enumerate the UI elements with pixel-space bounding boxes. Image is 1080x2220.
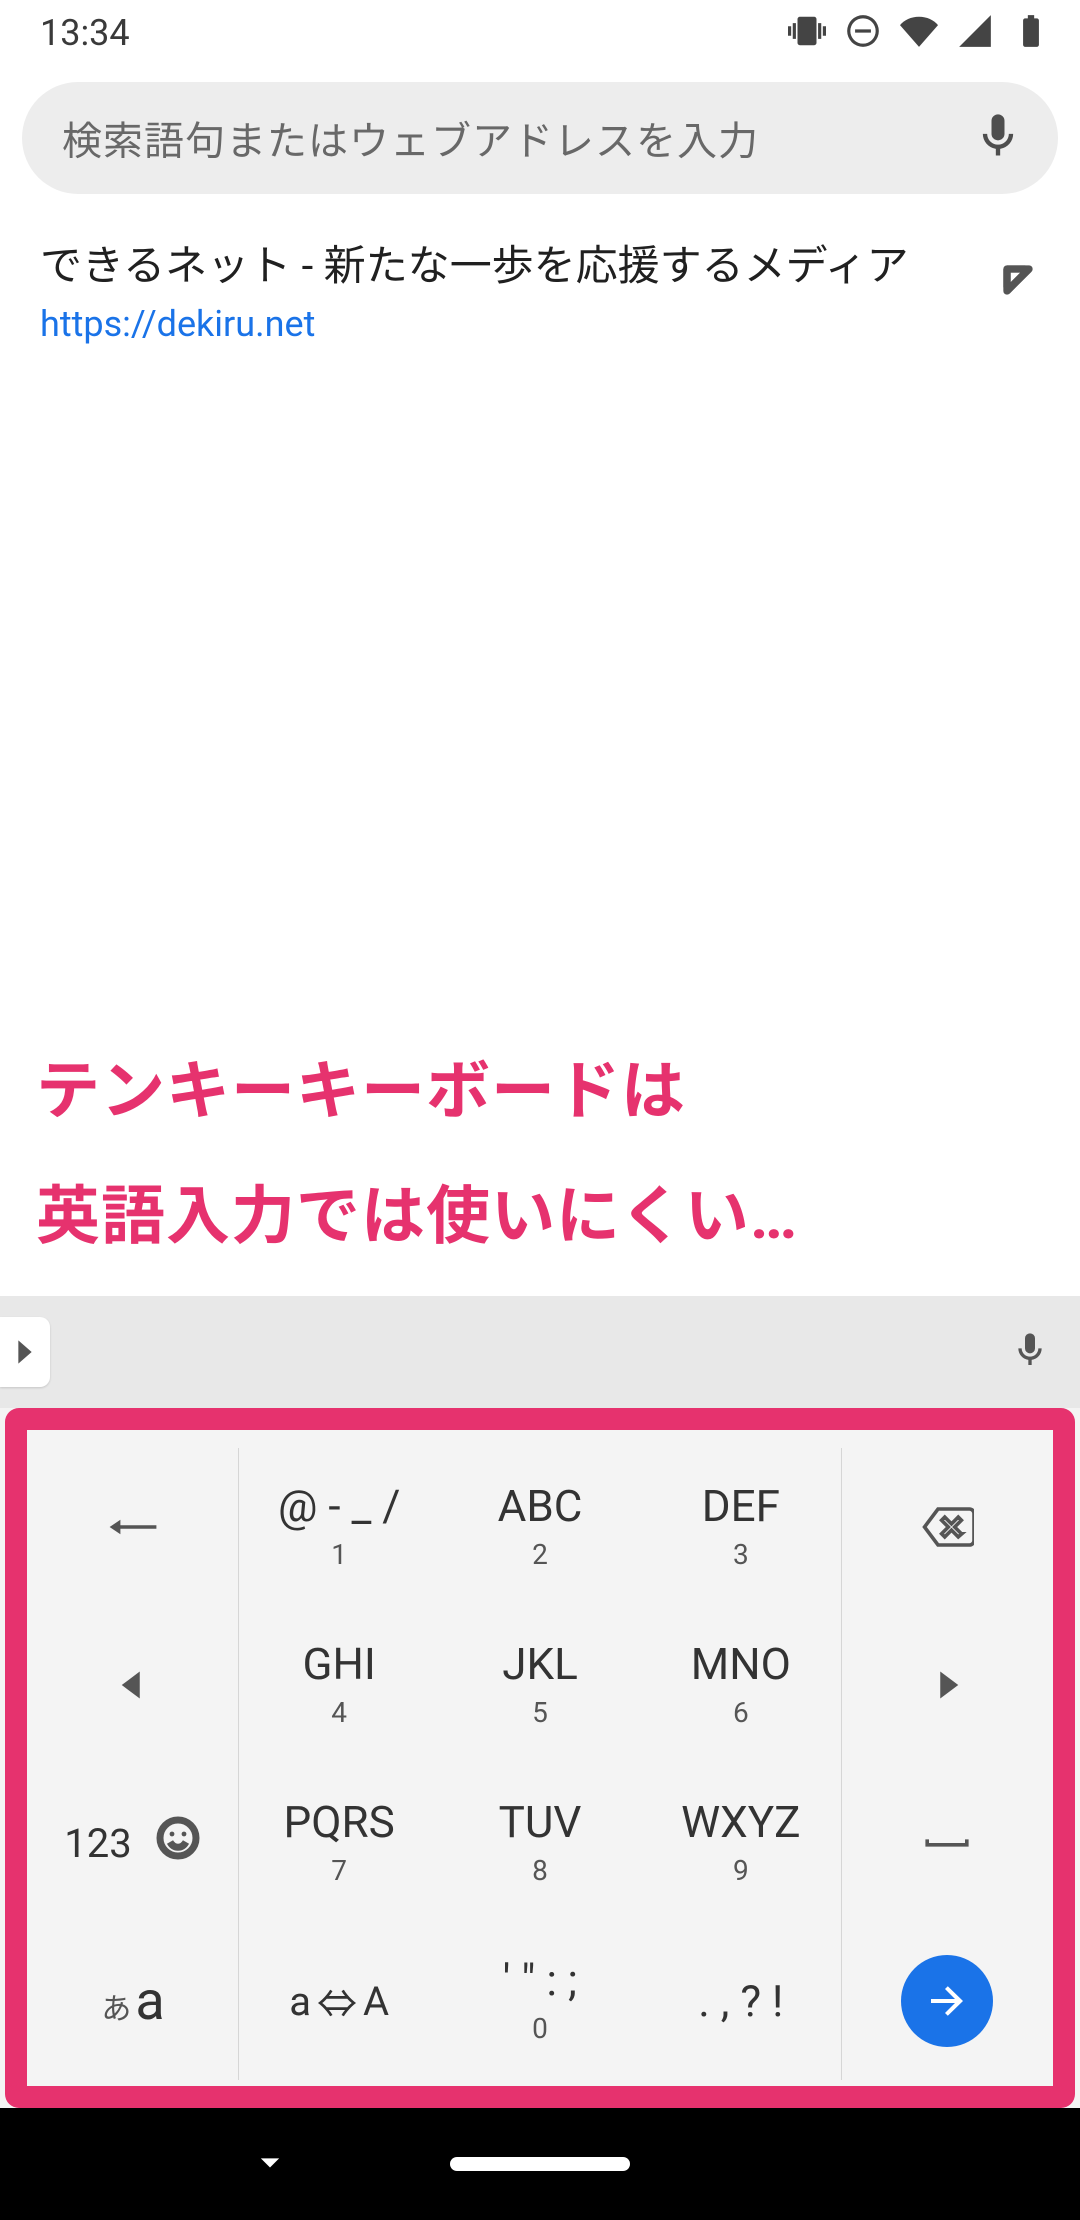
annotation-text: テンキーキーボードは 英語入力では使いにくい… — [36, 1030, 798, 1280]
signal-icon — [956, 12, 994, 54]
cursor-left-key[interactable] — [28, 1606, 238, 1764]
reverse-key[interactable] — [28, 1448, 238, 1606]
key-3-def[interactable]: DEF 3 — [641, 1448, 842, 1606]
cursor-right-key[interactable] — [842, 1606, 1052, 1764]
key-5-jkl[interactable]: JKL 5 — [439, 1606, 640, 1764]
status-time: 13:34 — [40, 12, 130, 54]
key-7-pqrs[interactable]: PQRS 7 — [238, 1764, 439, 1922]
system-navbar — [0, 2108, 1080, 2220]
annotation-line1: テンキーキーボードは — [36, 1030, 798, 1155]
backspace-key[interactable] — [842, 1448, 1052, 1606]
case-toggle-key[interactable]: a ⇔ A — [238, 1922, 439, 2080]
expand-toolbar-icon[interactable] — [0, 1317, 50, 1387]
go-key[interactable] — [842, 1922, 1052, 2080]
status-icons — [788, 12, 1050, 54]
hide-keyboard-icon[interactable] — [248, 2140, 292, 2188]
suggestion-title: できるネット - 新たな一歩を応援するメディア — [40, 240, 972, 295]
home-pill[interactable] — [450, 2157, 630, 2171]
battery-icon — [1012, 12, 1050, 54]
symbols-emoji-key[interactable]: 123 — [28, 1764, 238, 1922]
key-9-wxyz[interactable]: WXYZ 9 — [641, 1764, 842, 1922]
language-switch-key[interactable]: あ a — [28, 1922, 238, 2080]
key-6-mno[interactable]: MNO 6 — [641, 1606, 842, 1764]
search-placeholder: 検索語句またはウェブアドレスを入力 — [62, 109, 972, 167]
dnd-icon — [844, 12, 882, 54]
swap-icon: ⇔ — [317, 1972, 357, 2030]
key-1[interactable]: @ - _ / 1 — [238, 1448, 439, 1606]
mic-icon[interactable] — [972, 110, 1024, 166]
status-bar: 13:34 — [0, 0, 1080, 66]
suggestion-url: https://dekiru.net — [40, 303, 972, 345]
vibrate-icon — [788, 12, 826, 54]
key-4-ghi[interactable]: GHI 4 — [238, 1606, 439, 1764]
emoji-icon — [154, 1814, 202, 1873]
key-0-punct[interactable]: ' " : ; 0 — [439, 1922, 640, 2080]
space-key[interactable] — [842, 1764, 1052, 1922]
annotation-line2: 英語入力では使いにくい… — [36, 1155, 798, 1280]
key-2-abc[interactable]: ABC 2 — [439, 1448, 640, 1606]
keyboard-mic-icon[interactable] — [1010, 1330, 1050, 1374]
suggestion-row[interactable]: できるネット - 新たな一歩を応援するメディア https://dekiru.n… — [40, 240, 1040, 345]
tenkey-keyboard: @ - _ / 1 ABC 2 DEF 3 GHI 4 JKL 5 MNO 6 … — [0, 1408, 1080, 2108]
key-punct2[interactable]: . , ? ! — [641, 1922, 842, 2080]
key-8-tuv[interactable]: TUV 8 — [439, 1764, 640, 1922]
wifi-icon — [900, 12, 938, 54]
keyboard-suggestion-strip — [0, 1296, 1080, 1408]
insert-suggestion-icon[interactable] — [996, 258, 1040, 306]
url-search-bar[interactable]: 検索語句またはウェブアドレスを入力 — [22, 82, 1058, 194]
